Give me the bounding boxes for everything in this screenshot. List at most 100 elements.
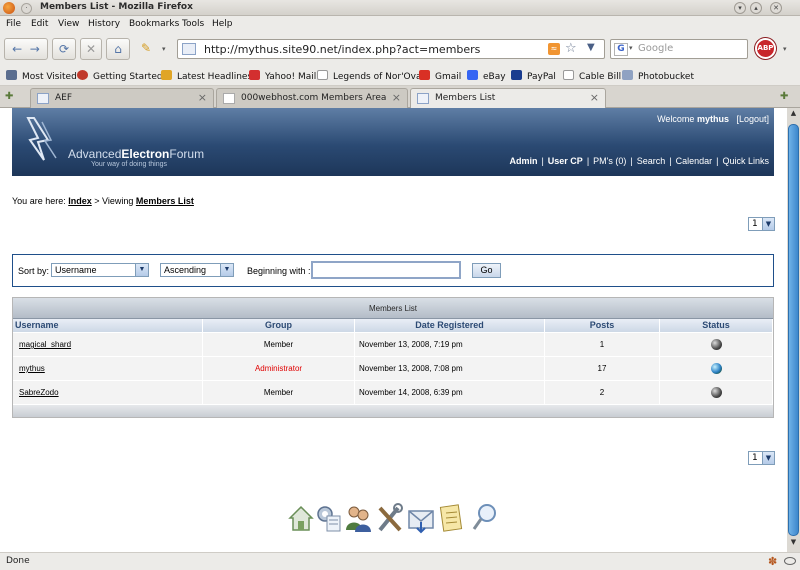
notes-icon[interactable] [438,502,466,534]
firefox-icon [3,2,15,14]
scroll-thumb[interactable] [788,124,799,536]
close-window-button[interactable]: ✕ [770,2,782,14]
search-placeholder: Google [638,43,674,54]
bookmark-photobucket[interactable]: Photobucket [622,70,694,82]
bookmark-label: Photobucket [638,72,694,82]
url-bar[interactable]: http://mythus.site90.net/index.php?act=m… [177,39,605,59]
tab-000webhost[interactable]: 000webhost.com Members Area × [216,88,408,108]
admin-link[interactable]: Admin [509,156,537,166]
menu-file[interactable]: File [6,19,21,29]
page-icon [317,70,328,80]
member-profile-link[interactable]: magical_shard [13,340,71,349]
search-icon[interactable] [471,502,499,534]
breadcrumb-index-link[interactable]: Index [68,196,92,206]
minimize-button[interactable]: ▾ [734,2,746,14]
quicklinks-link[interactable]: Quick Links [722,156,769,166]
tab-members-list[interactable]: Members List × [410,88,606,109]
bookmark-ebay[interactable]: eBay [467,70,506,82]
col-username[interactable]: Username [13,319,203,332]
link-separator: | [586,156,590,166]
users-icon[interactable] [344,502,372,534]
menu-help[interactable]: Help [212,19,233,29]
adblock-plus-button[interactable]: ABP [755,38,776,59]
bookmark-getting-started[interactable]: Getting Started [77,70,163,82]
beginning-with-input[interactable] [311,261,461,279]
settings-icon[interactable] [315,502,343,534]
bookmark-label: Gmail [435,72,462,82]
reload-button[interactable]: ⟳ [52,38,76,60]
menu-view[interactable]: View [58,19,79,29]
logout-link[interactable]: [Logout] [736,114,769,124]
page-scrollbar[interactable]: ▲ ▼ [787,108,800,552]
bookmark-legends[interactable]: Legends of Nor'Ova [317,70,421,82]
member-profile-link[interactable]: SabreZodo [13,388,59,397]
eye-icon[interactable] [784,557,796,565]
tab-aef[interactable]: AEF × [30,88,214,108]
member-profile-link[interactable]: mythus [13,364,45,373]
bookmark-cable-bill[interactable]: Cable Bill [563,70,621,82]
scroll-down-icon[interactable]: ▼ [788,538,799,550]
close-tab-icon[interactable]: × [198,91,207,104]
pms-link[interactable]: PM's (0) [593,156,626,166]
col-status[interactable]: Status [660,319,773,332]
search-engine-icon[interactable]: G [614,43,628,56]
bookmark-latest-headlines[interactable]: Latest Headlines [161,70,252,82]
brand-tail: Forum [169,147,205,161]
search-engine-dropdown-icon[interactable]: ▾ [629,44,633,52]
page-select-bottom[interactable]: 1 ▼ [748,451,775,465]
mail-icon[interactable] [407,502,435,534]
sortby-label: Sort by: [18,266,50,276]
breadcrumb-current-link[interactable]: Members List [136,196,194,206]
cell-date: November 14, 2008, 6:39 pm [355,381,545,405]
page-select-top[interactable]: 1 ▼ [748,217,775,231]
menu-history[interactable]: History [88,19,120,29]
search-box[interactable]: G ▾ Google [610,39,748,59]
forum-header-banner: AdvancedElectronForum Your way of doing … [12,108,774,176]
bookmark-yahoo-mail[interactable]: Yahoo! Mail [249,70,316,82]
menu-edit[interactable]: Edit [31,19,48,29]
stop-button[interactable]: ✕ [80,38,102,60]
maximize-button[interactable]: ▴ [750,2,762,14]
col-date-registered[interactable]: Date Registered [355,319,545,332]
firebug-icon[interactable]: ✽ [768,555,777,568]
go-button[interactable]: Go [472,263,501,278]
ebay-icon [467,70,478,80]
link-separator: | [716,156,719,166]
rss-feed-icon[interactable]: ≈ [548,43,560,55]
close-tab-icon[interactable]: × [590,91,599,104]
page-select-value: 1 [752,219,758,229]
col-posts[interactable]: Posts [545,319,660,332]
url-history-dropdown-icon[interactable]: ▼ [587,42,595,53]
search-link[interactable]: Search [637,156,666,166]
breadcrumb-prefix: You are here: [12,196,66,206]
bookmark-paypal[interactable]: PayPal [511,70,556,82]
brand-plain: Advanced [68,147,122,161]
order-select[interactable]: Ascending ▼ [160,263,234,277]
bookmark-gmail[interactable]: Gmail [419,70,461,82]
home-icon[interactable] [287,502,315,534]
window-menu-button[interactable]: · [21,3,32,14]
bookmark-star-icon[interactable]: ☆ [565,41,577,56]
bookmark-label: Latest Headlines [177,72,253,82]
home-button[interactable]: ⌂ [106,38,130,60]
tools-icon[interactable] [376,502,404,534]
lightning-logo-icon [26,117,57,161]
close-tab-icon[interactable]: × [392,91,401,104]
link-separator: | [669,156,672,166]
pencil-dropdown-icon[interactable]: ▾ [162,45,166,53]
menu-bookmarks[interactable]: Bookmarks [129,19,179,29]
bookmark-most-visited[interactable]: Most Visited [6,70,77,82]
col-group[interactable]: Group [203,319,355,332]
list-all-tabs-icon[interactable]: ✚ [780,91,788,102]
new-tab-icon[interactable]: ✚ [5,91,13,102]
pencil-icon[interactable]: ✎ [134,38,158,60]
menu-tools[interactable]: Tools [182,19,204,29]
adblock-dropdown-icon[interactable]: ▾ [783,45,787,53]
scroll-up-icon[interactable]: ▲ [788,109,799,121]
back-forward-button[interactable]: ← → [4,38,48,60]
forum-brand[interactable]: AdvancedElectronForum [68,147,204,161]
table-row: mythus Administrator November 13, 2008, … [13,357,773,381]
calendar-link[interactable]: Calendar [676,156,713,166]
sortby-select[interactable]: Username ▼ [51,263,149,277]
usercp-link[interactable]: User CP [548,156,583,166]
